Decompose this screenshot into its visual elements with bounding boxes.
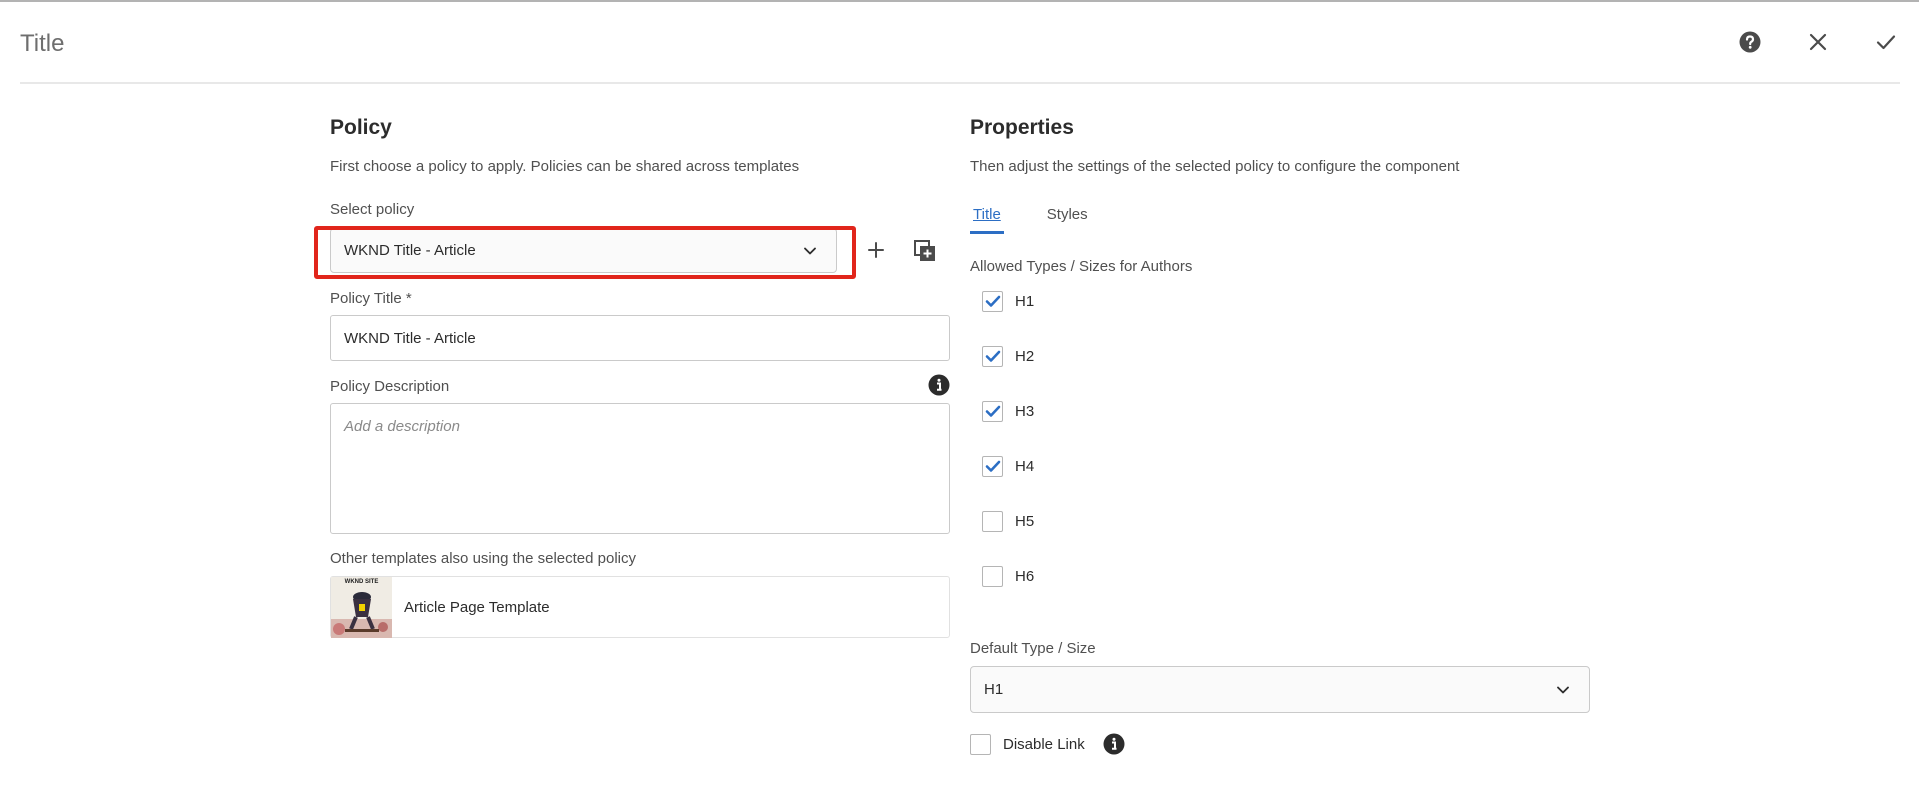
policy-title-value: WKND Title - Article	[344, 329, 476, 347]
copy-policy-button[interactable]	[912, 238, 938, 264]
tab-title[interactable]: Title	[970, 206, 1004, 234]
checkbox-label: H5	[1015, 513, 1035, 530]
plus-icon	[868, 242, 884, 258]
selected-policy-value: WKND Title - Article	[344, 242, 476, 259]
template-name: Article Page Template	[404, 598, 550, 616]
checkbox-box	[982, 566, 1003, 587]
template-thumbnail: WKND SITE	[331, 576, 392, 638]
properties-description-text: Then adjust the settings of the selected…	[970, 158, 1460, 175]
policy-title-input[interactable]: WKND Title - Article	[330, 315, 950, 361]
policy-description-text: First choose a policy to apply. Policies…	[330, 158, 800, 175]
check-icon	[985, 295, 1000, 307]
policy-column: Policy First choose a policy to apply. P…	[330, 116, 950, 218]
check-icon	[985, 460, 1000, 472]
properties-column: Properties Then adjust the settings of t…	[970, 116, 1590, 657]
policy-title-label: Policy Title *	[330, 290, 412, 307]
default-type-label: Default Type / Size	[970, 640, 1096, 657]
disable-link-label: Disable Link	[1003, 736, 1085, 753]
other-templates-label: Other templates also using the selected …	[330, 550, 636, 567]
checkbox-label: H1	[1015, 293, 1035, 310]
checkbox-label: H6	[1015, 568, 1035, 585]
disable-link-info-button[interactable]	[1103, 733, 1125, 755]
check-icon	[985, 405, 1000, 417]
default-type-dropdown[interactable]: H1	[970, 666, 1590, 713]
checkbox-h6[interactable]: H6	[982, 566, 1034, 587]
checkbox-h1[interactable]: H1	[982, 291, 1034, 312]
help-button[interactable]	[1736, 28, 1764, 56]
policy-heading: Policy	[330, 116, 392, 139]
duplicate-icon	[914, 240, 935, 261]
checkbox-label: H3	[1015, 403, 1035, 420]
checkbox-label: H4	[1015, 458, 1035, 475]
dialog-title: Title	[20, 30, 65, 57]
checkbox-box	[982, 401, 1003, 422]
checkbox-label: H2	[1015, 348, 1035, 365]
check-icon	[985, 350, 1000, 362]
disable-link-checkbox[interactable]: Disable Link	[970, 734, 1085, 755]
dialog-header: Title	[20, 2, 1900, 84]
checkbox-box	[970, 734, 991, 755]
select-policy-dropdown[interactable]: WKND Title - Article	[330, 228, 837, 273]
header-actions	[1736, 28, 1900, 56]
help-icon	[1739, 31, 1761, 53]
properties-heading: Properties	[970, 116, 1074, 139]
checkbox-h4[interactable]: H4	[982, 456, 1034, 477]
checkbox-box	[982, 291, 1003, 312]
close-button[interactable]	[1804, 28, 1832, 56]
policy-description-textarea[interactable]: Add a description	[330, 403, 950, 534]
checkbox-box	[982, 346, 1003, 367]
template-card[interactable]: WKND SITE Article Page Template	[330, 576, 950, 638]
allowed-types-label: Allowed Types / Sizes for Authors	[970, 258, 1193, 275]
policy-description-label: Policy Description	[330, 378, 450, 395]
chevron-down-icon	[1557, 686, 1569, 693]
policy-description-placeholder: Add a description	[344, 418, 460, 435]
check-icon	[1876, 35, 1896, 50]
policy-description-info-button[interactable]	[928, 374, 950, 396]
default-type-value: H1	[984, 681, 1004, 698]
skateboarder-image	[331, 591, 392, 638]
checkbox-box	[982, 456, 1003, 477]
checkbox-h3[interactable]: H3	[982, 401, 1034, 422]
info-icon	[928, 374, 950, 396]
tab-styles[interactable]: Styles	[1044, 206, 1091, 234]
checkbox-h5[interactable]: H5	[982, 511, 1034, 532]
select-policy-label: Select policy	[330, 201, 415, 218]
add-policy-button[interactable]	[864, 238, 888, 262]
close-icon	[1809, 33, 1827, 51]
confirm-button[interactable]	[1872, 28, 1900, 56]
checkbox-h2[interactable]: H2	[982, 346, 1034, 367]
info-icon	[1103, 733, 1125, 755]
properties-tabs: Title Styles	[970, 206, 1091, 234]
chevron-down-icon	[804, 247, 816, 254]
checkbox-box	[982, 511, 1003, 532]
